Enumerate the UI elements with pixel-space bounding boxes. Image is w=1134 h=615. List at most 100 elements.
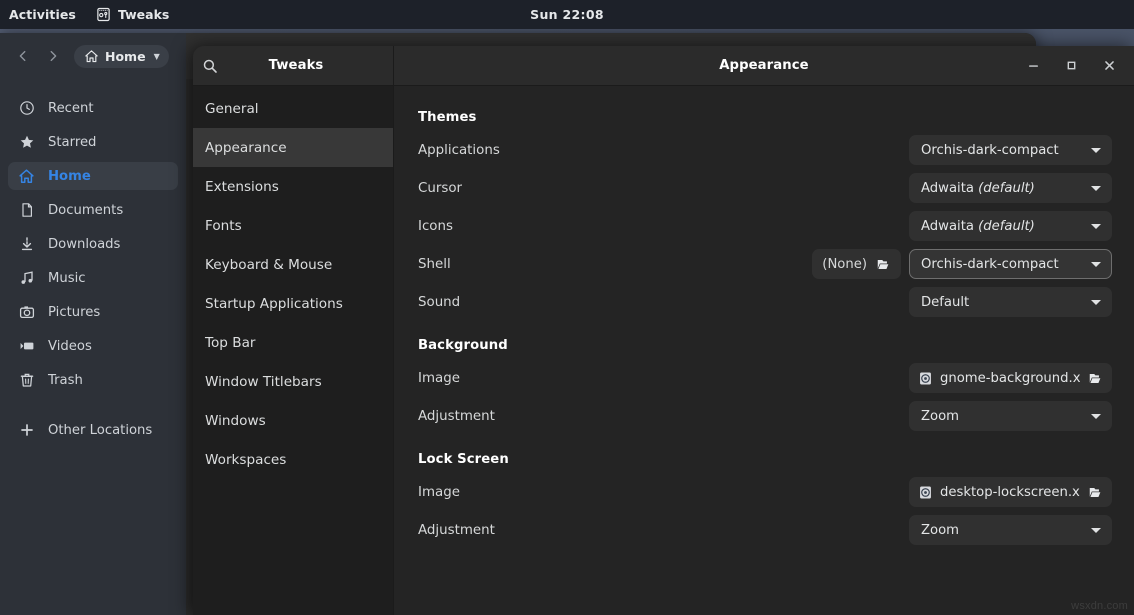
nav-item-label: Workspaces	[205, 452, 286, 468]
nav-item-keyboard-and-mouse[interactable]: Keyboard & Mouse	[193, 245, 393, 284]
tweaks-body: General Appearance Extensions Fonts Keyb…	[193, 86, 1134, 615]
dropdown-value: Adwaita (default)	[921, 181, 1035, 196]
screen: Home ▼ Recent Starred	[0, 0, 1134, 615]
home-icon	[18, 168, 35, 185]
row-label: Image	[418, 485, 909, 500]
path-bar-home-button[interactable]: Home ▼	[74, 45, 169, 68]
dropdown-value: Zoom	[921, 409, 959, 424]
dropdown-value: Adwaita (default)	[921, 219, 1035, 234]
row-controls: Adwaita (default)	[909, 211, 1112, 241]
lockscreen-image-file-button[interactable]: desktop-lockscreen.xml	[909, 477, 1112, 507]
row-icons-theme: Icons Adwaita (default)	[418, 207, 1112, 245]
sidebar-item-home[interactable]: Home	[8, 162, 178, 190]
sidebar-item-starred[interactable]: Starred	[8, 128, 178, 156]
top-bar-left: Activities Tweaks	[0, 0, 179, 29]
background-image-file-button[interactable]: gnome-background.xml	[909, 363, 1112, 393]
download-icon	[18, 236, 35, 253]
chevron-down-icon	[1091, 186, 1101, 191]
sidebar-item-label: Starred	[48, 135, 96, 150]
tweaks-window[interactable]: Tweaks Appearance	[193, 46, 1134, 615]
sidebar-item-videos[interactable]: Videos	[8, 332, 178, 360]
sidebar-item-documents[interactable]: Documents	[8, 196, 178, 224]
app-menu-label: Tweaks	[118, 7, 169, 22]
nav-item-extensions[interactable]: Extensions	[193, 167, 393, 206]
nav-item-workspaces[interactable]: Workspaces	[193, 440, 393, 479]
row-controls: desktop-lockscreen.xml	[909, 477, 1112, 507]
sidebar-item-recent[interactable]: Recent	[8, 94, 178, 122]
sidebar-item-music[interactable]: Music	[8, 264, 178, 292]
file-name: gnome-background.xml	[940, 371, 1080, 386]
nav-item-appearance[interactable]: Appearance	[193, 128, 393, 167]
minimize-button[interactable]	[1014, 47, 1052, 85]
nav-item-fonts[interactable]: Fonts	[193, 206, 393, 245]
row-controls: Zoom	[909, 515, 1112, 545]
tweaks-app-title: Tweaks	[227, 58, 393, 73]
search-button[interactable]	[193, 46, 227, 85]
activities-button[interactable]: Activities	[0, 0, 86, 29]
app-menu-button[interactable]: Tweaks	[86, 0, 179, 29]
chevron-right-icon	[46, 49, 60, 63]
sidebar-item-downloads[interactable]: Downloads	[8, 230, 178, 258]
row-controls: Orchis-dark-compact	[909, 135, 1112, 165]
nav-item-startup-applications[interactable]: Startup Applications	[193, 284, 393, 323]
sidebar-item-trash[interactable]: Trash	[8, 366, 178, 394]
shell-theme-none-label: (None)	[822, 257, 867, 272]
dropdown-value: Default	[921, 295, 969, 310]
nav-item-window-titlebars[interactable]: Window Titlebars	[193, 362, 393, 401]
nav-item-windows[interactable]: Windows	[193, 401, 393, 440]
sidebar-separator	[0, 400, 186, 410]
row-label: Sound	[418, 295, 909, 310]
lockscreen-adjustment-dropdown[interactable]: Zoom	[909, 515, 1112, 545]
maximize-button[interactable]	[1052, 47, 1090, 85]
nav-item-label: Keyboard & Mouse	[205, 257, 332, 273]
path-bar-label: Home	[105, 49, 146, 64]
close-button[interactable]	[1090, 47, 1128, 85]
applications-theme-dropdown[interactable]: Orchis-dark-compact	[909, 135, 1112, 165]
chevron-down-icon	[1091, 224, 1101, 229]
nav-item-label: General	[205, 101, 259, 117]
nav-item-top-bar[interactable]: Top Bar	[193, 323, 393, 362]
video-icon	[18, 338, 35, 355]
background-adjustment-dropdown[interactable]: Zoom	[909, 401, 1112, 431]
chevron-down-icon	[1091, 148, 1101, 153]
row-controls: Adwaita (default)	[909, 173, 1112, 203]
dropdown-value: Orchis-dark-compact	[921, 143, 1059, 158]
icons-theme-dropdown[interactable]: Adwaita (default)	[909, 211, 1112, 241]
star-icon	[18, 134, 35, 151]
cursor-theme-dropdown[interactable]: Adwaita (default)	[909, 173, 1112, 203]
sidebar-item-other-locations[interactable]: Other Locations	[8, 416, 178, 444]
back-button[interactable]	[8, 41, 38, 71]
appearance-settings-panel: Themes Applications Orchis-dark-compact …	[394, 86, 1134, 615]
row-lockscreen-image: Image desktop-lockscreen.xml	[418, 473, 1112, 511]
sidebar-item-pictures[interactable]: Pictures	[8, 298, 178, 326]
file-name: desktop-lockscreen.xml	[940, 485, 1080, 500]
dropdown-value: Zoom	[921, 523, 959, 538]
shell-theme-file-button[interactable]: (None)	[812, 249, 901, 279]
nav-item-general[interactable]: General	[193, 89, 393, 128]
plus-icon	[18, 422, 35, 439]
sound-theme-dropdown[interactable]: Default	[909, 287, 1112, 317]
xml-file-icon	[918, 371, 933, 386]
row-controls: Default	[909, 287, 1112, 317]
sidebar-item-label: Videos	[48, 339, 92, 354]
chevron-down-icon[interactable]: ▼	[154, 52, 160, 61]
sidebar-item-label: Music	[48, 271, 86, 286]
section-title-themes: Themes	[418, 110, 1112, 125]
window-controls	[1014, 47, 1128, 85]
xml-file-icon	[918, 485, 933, 500]
row-background-adjustment: Adjustment Zoom	[418, 397, 1112, 435]
row-controls: Zoom	[909, 401, 1112, 431]
close-icon	[1102, 58, 1117, 73]
forward-button[interactable]	[38, 41, 68, 71]
row-cursor-theme: Cursor Adwaita (default)	[418, 169, 1112, 207]
tweaks-sidebar-header: Tweaks	[193, 46, 394, 85]
music-icon	[18, 270, 35, 287]
clock-label: Sun 22:08	[530, 7, 604, 22]
row-label: Icons	[418, 219, 909, 234]
open-file-icon	[1087, 485, 1103, 500]
home-icon	[84, 49, 99, 64]
nav-item-label: Startup Applications	[205, 296, 343, 312]
shell-theme-dropdown[interactable]: Orchis-dark-compact	[909, 249, 1112, 279]
row-applications-theme: Applications Orchis-dark-compact	[418, 131, 1112, 169]
sidebar-item-label: Pictures	[48, 305, 100, 320]
